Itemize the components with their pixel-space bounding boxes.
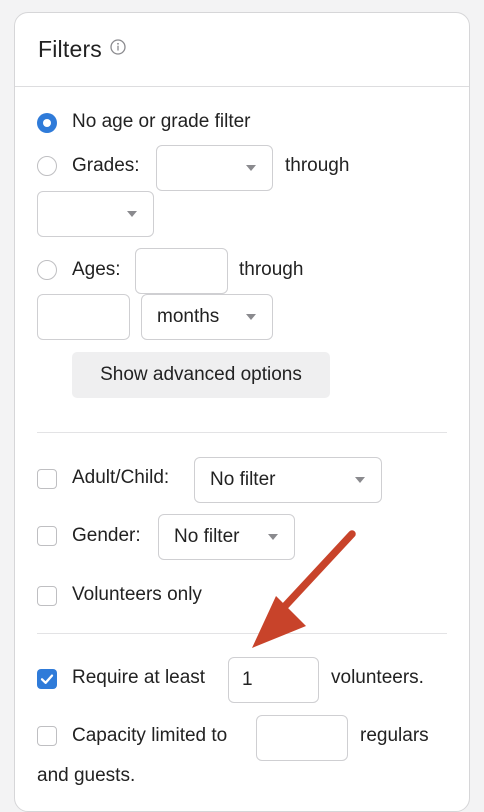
grades-from-select[interactable] [156,145,273,191]
chevron-down-icon [355,477,365,483]
ages-radio[interactable] [37,260,57,280]
capacity-limited-checkbox[interactable] [37,726,57,746]
chevron-down-icon [246,165,256,171]
panel-title: Filters [38,36,103,62]
info-circle-icon[interactable] [110,38,126,55]
gender-checkbox[interactable] [37,526,57,546]
volunteers-only-checkbox[interactable] [37,586,57,606]
chevron-down-icon [268,534,278,540]
no-filter-label: No age or grade filter [72,111,251,132]
require-at-least-checkbox[interactable] [37,669,57,689]
adult-child-value: No filter [210,469,276,490]
section-divider [37,633,447,634]
adult-child-label: Adult/Child: [72,467,170,488]
ages-to-input[interactable] [37,294,130,340]
chevron-down-icon [127,211,137,217]
require-at-least-value: 1 [242,669,253,690]
section-divider [37,432,447,433]
grades-label: Grades: [72,155,140,176]
grades-to-select[interactable] [37,191,154,237]
show-advanced-options-button[interactable]: Show advanced options [72,352,330,398]
checkmark-icon [40,674,54,684]
guests-suffix-label: and guests. [37,765,136,786]
ages-label: Ages: [72,259,121,280]
gender-select[interactable]: No filter [158,514,295,560]
grades-through-label: through [285,155,350,176]
volunteers-only-label: Volunteers only [72,584,202,605]
regulars-suffix-label: regulars [360,725,429,746]
panel-header: Filters [15,13,469,87]
capacity-limited-input[interactable] [256,715,348,761]
ages-through-label: through [239,259,304,280]
require-at-least-input[interactable]: 1 [228,657,319,703]
gender-value: No filter [174,526,240,547]
adult-child-select[interactable]: No filter [194,457,382,503]
ages-unit-select[interactable]: months [141,294,273,340]
ages-unit-value: months [157,306,220,327]
capacity-limited-label: Capacity limited to [72,725,228,746]
chevron-down-icon [246,314,256,320]
gender-label: Gender: [72,525,141,546]
no-filter-radio[interactable] [37,113,57,133]
ages-from-input[interactable] [135,248,228,294]
volunteers-suffix-label: volunteers. [331,667,424,688]
require-at-least-label: Require at least [72,667,206,688]
adult-child-checkbox[interactable] [37,469,57,489]
grades-radio[interactable] [37,156,57,176]
